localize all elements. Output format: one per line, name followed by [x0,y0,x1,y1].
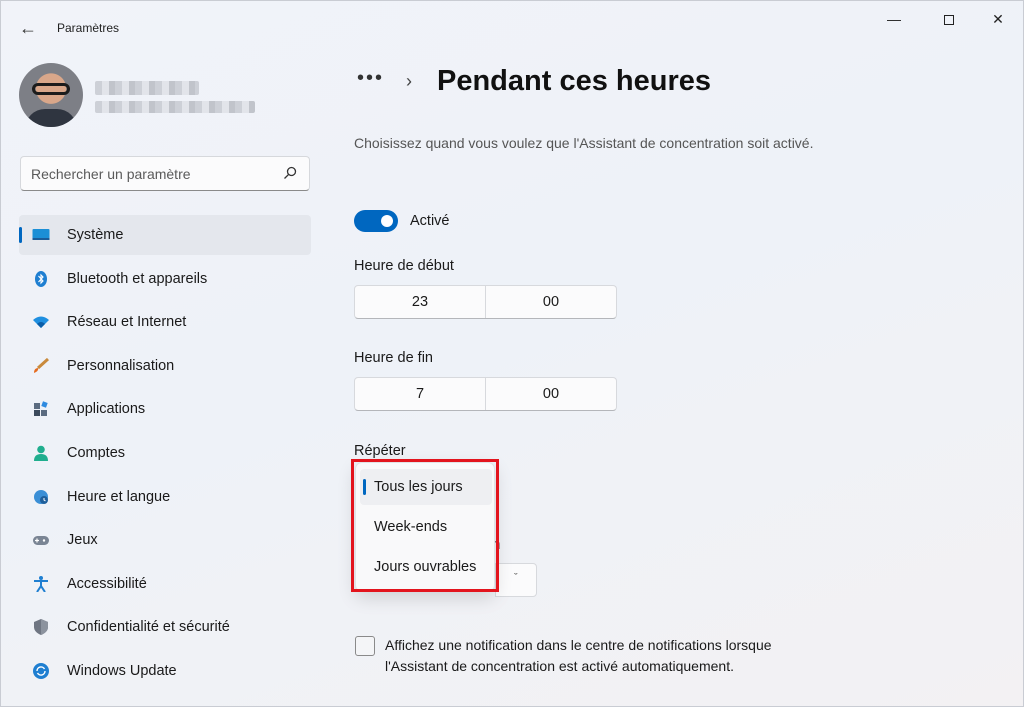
sidebar-item-label: Applications [67,401,146,418]
app-title: Paramètres [57,21,120,35]
maximize-icon [944,15,954,26]
red-highlight-box [351,459,499,592]
start-time-picker[interactable]: 23 00 [354,285,617,319]
sidebar-item-label: Comptes [67,444,126,461]
toggle-label: Activé [410,213,450,229]
sidebar-item-windows-update[interactable]: Windows Update [19,651,311,691]
end-minute[interactable]: 00 [485,378,616,410]
title-bar: ← Paramètres — ✕ [1,1,1023,49]
settings-window: ← Paramètres — ✕ Système B [0,0,1024,707]
end-time-picker[interactable]: 7 00 [354,377,617,411]
chevron-down-icon: ˇ [514,572,518,584]
page-description: Choisissez quand vous voulez que l'Assis… [354,135,814,151]
sidebar-item-label: Accessibilité [67,575,147,592]
sidebar-item-label: Système [67,227,124,243]
avatar[interactable] [19,63,83,127]
blurred-email [95,101,255,113]
sidebar-item-personnalisation[interactable]: Personnalisation [19,346,311,386]
accessibility-icon [34,575,48,592]
page-title: Pendant ces heures [437,65,711,97]
close-button[interactable]: ✕ [975,9,1021,29]
back-arrow-icon[interactable]: ← [17,17,39,39]
minimize-button[interactable]: — [871,9,917,29]
breadcrumb-more-button[interactable]: ••• [357,67,384,90]
clock-globe-icon [34,489,48,504]
monitor-icon [32,229,50,240]
bluetooth-icon [35,270,47,287]
start-minute[interactable]: 00 [485,286,616,318]
chevron-right-icon: › [406,71,412,91]
sidebar-item-comptes[interactable]: Comptes [19,433,311,473]
focus-assist-toggle[interactable] [354,210,398,232]
sidebar-item-label: Heure et langue [67,488,171,505]
gamepad-icon [33,536,49,546]
search-icon[interactable] [283,166,297,180]
end-time-label: Heure de fin [354,350,433,366]
maximize-button[interactable] [926,9,972,29]
sidebar-item-label: Windows Update [67,662,177,679]
sidebar-item-applications[interactable]: Applications [19,389,311,429]
sidebar-item-confidentialite[interactable]: Confidentialité et sécurité [19,607,311,647]
search-input[interactable] [31,164,271,184]
sidebar-item-label: Réseau et Internet [67,314,187,331]
sidebar-item-jeux[interactable]: Jeux [19,520,311,560]
sidebar-item-label: Bluetooth et appareils [67,270,208,287]
refresh-icon [33,662,49,679]
sidebar-item-label: Confidentialité et sécurité [67,619,230,636]
end-hour[interactable]: 7 [355,378,485,410]
start-time-label: Heure de début [354,258,454,274]
person-icon [34,445,48,461]
partially-hidden-combo[interactable]: ˇ [495,563,537,597]
sidebar-nav: Système Bluetooth et appareils Réseau et… [19,215,311,695]
sidebar-item-label: Jeux [67,532,98,549]
notification-checkbox[interactable] [355,636,375,656]
apps-icon [34,401,48,417]
sidebar-item-heure-langue[interactable]: Heure et langue [19,477,311,517]
start-hour[interactable]: 23 [355,286,485,318]
shield-icon [34,619,48,636]
paintbrush-icon [34,357,50,373]
blurred-username [95,81,199,95]
sidebar-item-label: Personnalisation [67,357,175,374]
sidebar-item-reseau[interactable]: Réseau et Internet [19,302,311,342]
sidebar-item-accessibilite[interactable]: Accessibilité [19,564,311,604]
notification-checkbox-label: Affichez une notification dans le centre… [385,637,772,674]
search-box [20,156,310,191]
repeat-label: Répéter [354,443,406,459]
sidebar-item-bluetooth[interactable]: Bluetooth et appareils [19,259,311,299]
sidebar-item-systeme[interactable]: Système [19,215,311,255]
wifi-icon [33,316,49,329]
